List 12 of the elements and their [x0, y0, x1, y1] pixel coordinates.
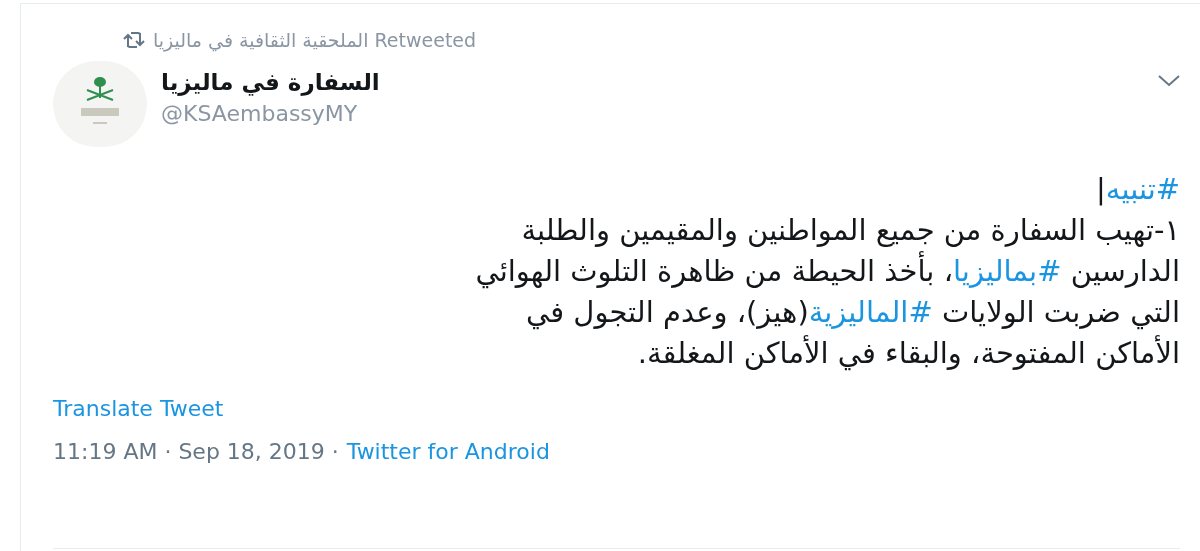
source-link[interactable]: Twitter for Android [346, 434, 550, 468]
hashtag-link[interactable]: #تنبيه [1105, 171, 1180, 206]
timestamp: 11:19 AM · Sep 18, 2019 · [53, 437, 339, 466]
translate-link[interactable]: Translate Tweet [53, 391, 224, 425]
hashtag-link[interactable]: #الماليزية [808, 294, 933, 329]
hashtag-link[interactable]: #بماليزيا [953, 253, 1062, 288]
author-handle[interactable]: @KSAembassyMY [161, 97, 380, 130]
tweet-text: #تنبيه| ١-تهيب السفارة من جميع المواطنين والمقيمين والطلبة الدارسين #بماليزيا، بأخذ الحيطة من ظاهرة التلوث الهوائي التي ضربت الولايات #الماليزية(هيز)، وعدم التجول في الأماكن المفتوحة، والبقاء في الأماكن المغلقة. [474, 170, 1180, 373]
retweet-icon [123, 31, 145, 50]
author-name[interactable]: السفارة في ماليزيا [161, 64, 380, 99]
chevron-down-icon[interactable] [1158, 74, 1180, 87]
retweet-label: الملحقية الثقافية في ماليزيا Retweeted [153, 28, 477, 54]
